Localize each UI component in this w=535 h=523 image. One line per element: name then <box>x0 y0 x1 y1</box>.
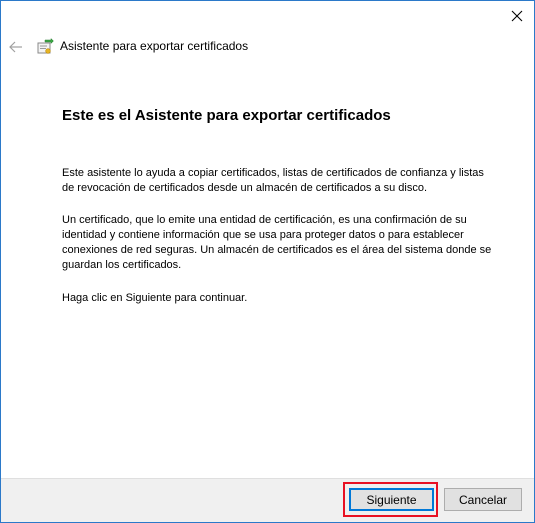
back-button[interactable] <box>7 38 25 56</box>
close-icon <box>511 10 523 22</box>
cancel-button[interactable]: Cancelar <box>444 488 522 511</box>
next-button[interactable]: Siguiente <box>349 488 434 511</box>
description-paragraph-2: Un certificado, que lo emite una entidad… <box>62 214 492 271</box>
export-certificate-wizard-window: Asistente para exportar certificados Est… <box>0 0 535 523</box>
close-button[interactable] <box>500 1 534 31</box>
certificate-icon <box>37 38 54 54</box>
description-paragraph-1: Este asistente lo ayuda a copiar certifi… <box>62 167 484 194</box>
window-title: Asistente para exportar certificados <box>60 39 249 53</box>
wizard-content: Este es el Asistente para exportar certi… <box>62 107 492 304</box>
continue-instruction: Haga clic en Siguiente para continuar. <box>62 292 248 304</box>
page-heading: Este es el Asistente para exportar certi… <box>62 107 391 124</box>
wizard-header: Asistente para exportar certificados <box>1 35 534 59</box>
button-bar: Siguiente Cancelar <box>1 478 534 522</box>
back-arrow-icon <box>9 41 22 53</box>
